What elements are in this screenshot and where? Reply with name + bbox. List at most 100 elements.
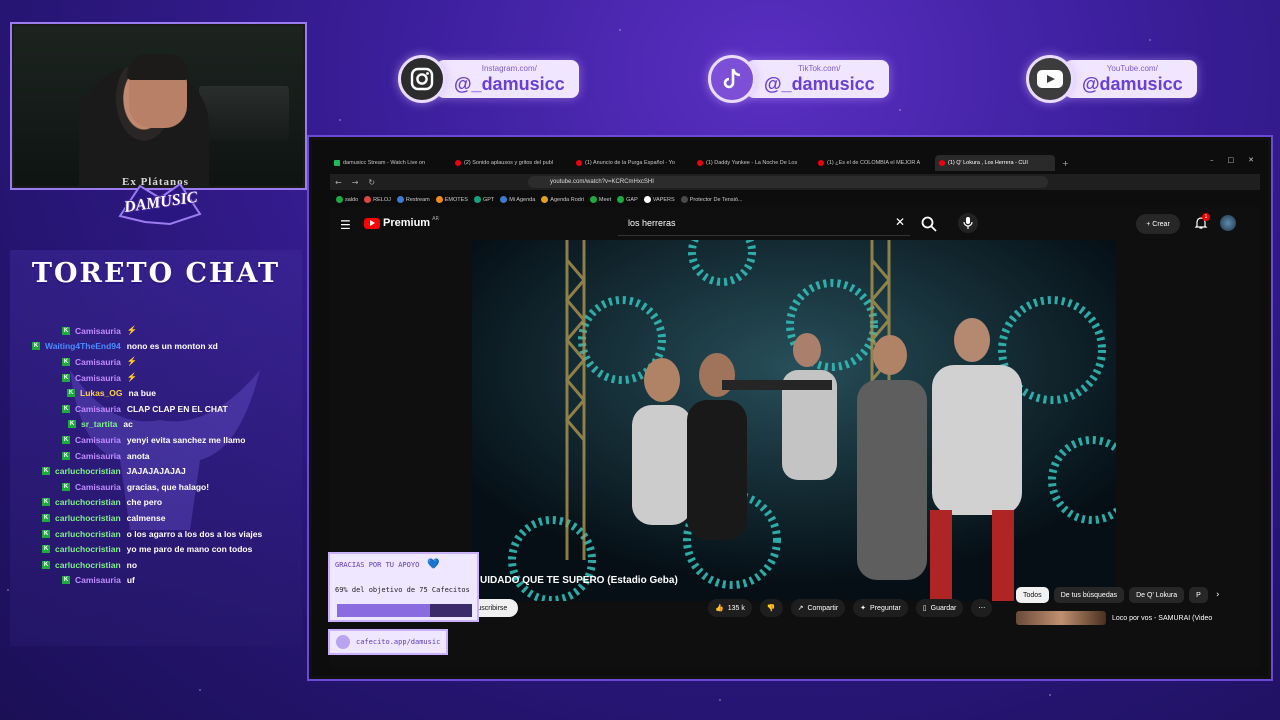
bookmark-item[interactable]: Protector De Tensió... (680, 195, 743, 203)
address-bar-row: ← → ↻ youtube.com/watch?v=KCRCmHxcSHI (330, 174, 1260, 190)
webcam-shelf (199, 86, 289, 141)
chat-message-text: ⚡ (126, 325, 138, 336)
recommendations-area (1116, 240, 1260, 601)
bookmark-item[interactable]: Meet (589, 195, 611, 203)
bookmark-favicon-icon (589, 195, 597, 203)
youtube-favicon-icon (576, 160, 582, 166)
video-player[interactable] (472, 240, 1116, 601)
donation-progress-bar (337, 604, 472, 617)
recommendation-item[interactable]: Loco por vos - SAMURAI (Video (1016, 611, 1212, 625)
bookmarks-bar: saldo RELOJ Restream EMOTES GPT Mi Agenda Agen… (330, 192, 1260, 206)
bookmark-label: Protector De Tensió... (689, 196, 743, 203)
filter-chip[interactable]: P (1189, 587, 1208, 603)
youtube-icon (1026, 55, 1074, 103)
dislike-button[interactable]: 👎 (759, 599, 783, 617)
like-count: 135 k (727, 604, 745, 612)
bookmark-item[interactable]: EMOTES (435, 195, 468, 203)
browser-tab[interactable]: (1) Daddy Yankee - La Noche De Los (693, 155, 813, 171)
bookmark-favicon-icon (336, 195, 343, 203)
browser-tab[interactable]: (1) Anuncio de la Purga Español - Yo (572, 155, 692, 171)
chat-message: K Camisauria ⚡ (10, 354, 302, 370)
youtube-logo-region: AR (432, 216, 439, 222)
bookmark-item[interactable]: GPT (473, 195, 494, 203)
bookmark-favicon-icon (396, 195, 404, 203)
webcam-streamer-hair (127, 54, 189, 80)
chevron-right-icon[interactable]: › (1216, 590, 1220, 600)
tab-label: (1) ¿Es el de COLOMBIA el MEJOR A (827, 160, 921, 166)
tab-bar: damusicc Stream - Watch Live on (2) Sonid… (330, 154, 1260, 172)
hamburger-menu-icon[interactable]: ☰ (340, 218, 351, 232)
chat-message-text: ⚡ (126, 372, 138, 383)
more-actions-button[interactable]: ⋯ (971, 599, 993, 617)
tab-label: (2) Sonido aplausos y gritos del publ (464, 160, 553, 166)
close-window-icon[interactable]: ✕ (1248, 156, 1254, 164)
chat-message: K Lukas_OG na bue (10, 385, 302, 401)
youtube-logo[interactable]: Premium AR (364, 216, 439, 229)
kick-badge-icon: K (68, 420, 76, 429)
chat-message: K Camisauria uf (10, 573, 302, 589)
chat-username: Lukas_OG (80, 388, 123, 399)
chat-message-text: calmense (126, 512, 166, 523)
chat-username: Camisauria (75, 434, 121, 445)
chat-username: carluchocristian (55, 466, 121, 477)
chat-title: TORETO CHAT (31, 258, 281, 289)
like-button[interactable]: 👍 135 k (708, 599, 752, 617)
avatar[interactable] (1220, 215, 1236, 231)
tiktok-icon (708, 55, 756, 103)
ask-button[interactable]: ✦ Preguntar (853, 599, 908, 617)
bookmark-label: Restream (405, 196, 430, 203)
kick-badge-icon: K (62, 326, 70, 335)
cafecito-icon (336, 635, 350, 649)
chat-message-text: yenyi evita sanchez me llamo (126, 434, 246, 445)
bookmark-favicon-icon (541, 195, 549, 203)
instagram-badge: Instagram.com/ @_damusicc (398, 55, 579, 103)
bookmark-item[interactable]: RELOJ (364, 195, 391, 203)
new-tab-icon[interactable]: + (1062, 159, 1069, 168)
microphone-icon[interactable] (958, 213, 978, 233)
browser-tab[interactable]: (1) ¿Es el de COLOMBIA el MEJOR A (814, 155, 934, 171)
kick-badge-icon: K (62, 404, 70, 413)
search-icon[interactable] (920, 215, 938, 233)
save-label: Guardar (930, 604, 957, 612)
filter-chip[interactable]: De tus búsquedas (1053, 587, 1125, 603)
chat-message-text: CLAP CLAP EN EL CHAT (126, 403, 228, 414)
sparkle-icon: ✦ (860, 605, 867, 612)
chat-username: Camisauria (75, 575, 121, 586)
create-button[interactable]: + Crear (1136, 214, 1180, 234)
twitch-favicon-icon (334, 160, 340, 166)
clear-search-icon[interactable]: ✕ (895, 215, 905, 229)
chat-username: sr_tartita (81, 419, 118, 430)
browser-tab[interactable]: (2) Sonido aplausos y gritos del publ (451, 155, 571, 171)
filter-chip[interactable]: Todos (1016, 587, 1049, 603)
back-icon[interactable]: ← (335, 178, 342, 187)
bookmark-favicon-icon (643, 195, 651, 203)
kick-badge-icon: K (42, 467, 50, 476)
maximize-icon[interactable]: □ (1228, 156, 1235, 164)
search-input[interactable]: los herreras (618, 212, 910, 236)
chat-message: Kcarluchocristian che pero (10, 495, 302, 511)
chat-username: Camisauria (75, 325, 121, 336)
filter-chip[interactable]: De Q' Lokura (1129, 587, 1185, 603)
reload-icon[interactable]: ↻ (368, 178, 375, 187)
bookmark-item[interactable]: Agenda Rodri (541, 195, 584, 203)
bookmark-item[interactable]: VAPERS (643, 195, 675, 203)
save-button[interactable]: ▯ Guardar (915, 599, 964, 617)
kick-badge-icon: K (62, 482, 70, 491)
bookmark-item[interactable]: Restream (396, 195, 430, 203)
kick-badge-icon: K (62, 435, 70, 444)
youtube-favicon-icon (697, 160, 703, 166)
youtube-handle: @damusicc (1082, 73, 1183, 94)
browser-tab[interactable]: (1) Q' Lokura , Los Herrera - CUI (935, 155, 1055, 171)
bookmark-item[interactable]: saldo (336, 195, 358, 203)
bookmark-item[interactable]: GAP (617, 195, 638, 203)
minimize-icon[interactable]: – (1210, 156, 1214, 164)
chat-message-text: che pero (126, 497, 163, 508)
bookmark-item[interactable]: Mi Agenda (500, 195, 535, 203)
bookmark-favicon-icon (617, 195, 625, 203)
url-field[interactable]: youtube.com/watch?v=KCRCmHxcSHI (528, 176, 1048, 188)
share-button[interactable]: ↗ Compartir (790, 599, 846, 617)
chat-username: carluchocristian (55, 544, 121, 555)
donation-progress-fill (337, 604, 431, 617)
browser-tab[interactable]: damusicc Stream - Watch Live on (330, 155, 450, 171)
forward-icon[interactable]: → (352, 178, 359, 187)
